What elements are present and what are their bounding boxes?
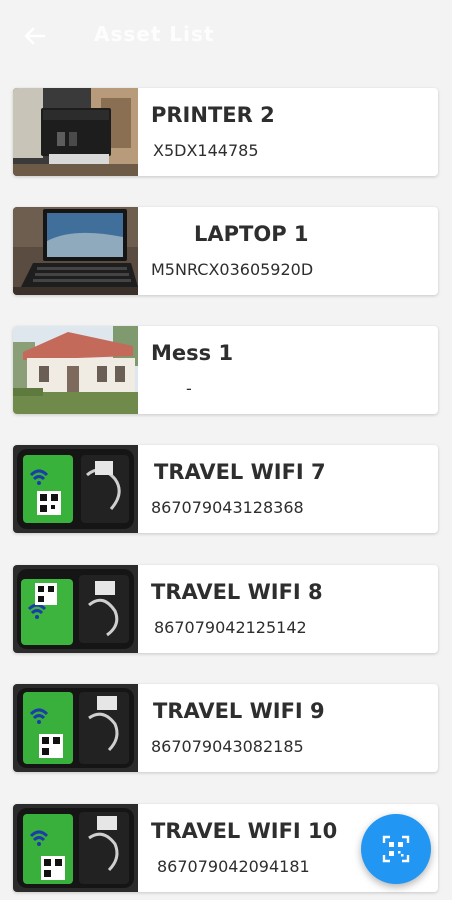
travel-wifi-photo <box>13 804 138 892</box>
travel-wifi-photo <box>13 684 138 772</box>
item-serial: - <box>186 379 192 398</box>
printer-photo <box>13 88 138 176</box>
laptop-photo <box>13 207 138 295</box>
item-serial: 867079043128368 <box>151 498 304 517</box>
app-bar: Asset List <box>0 0 452 68</box>
item-title: PRINTER 2 <box>151 103 275 127</box>
item-serial: 867079042094181 <box>157 857 310 876</box>
page-title: Asset List <box>94 22 215 46</box>
scan-qr-button[interactable] <box>361 814 431 884</box>
item-title: Mess 1 <box>151 341 234 365</box>
item-title: TRAVEL WIFI 7 <box>154 460 326 484</box>
item-title: TRAVEL WIFI 9 <box>153 699 325 723</box>
back-button[interactable] <box>22 26 46 46</box>
list-item[interactable]: TRAVEL WIFI 9 867079043082185 <box>13 684 438 772</box>
item-serial: 867079042125142 <box>154 618 307 637</box>
item-serial: X5DX144785 <box>153 141 259 160</box>
list-item[interactable]: Mess 1 - <box>13 326 438 414</box>
list-item[interactable]: TRAVEL WIFI 7 867079043128368 <box>13 445 438 533</box>
list-item[interactable]: LAPTOP 1 M5NRCX03605920D <box>13 207 438 295</box>
list-item[interactable]: TRAVEL WIFI 8 867079042125142 <box>13 565 438 653</box>
item-title: TRAVEL WIFI 10 <box>151 819 338 843</box>
travel-wifi-photo <box>13 565 138 653</box>
list-item[interactable]: PRINTER 2 X5DX144785 <box>13 88 438 176</box>
item-serial: 867079043082185 <box>151 737 304 756</box>
item-title: LAPTOP 1 <box>194 222 309 246</box>
item-title: TRAVEL WIFI 8 <box>151 580 323 604</box>
travel-wifi-photo <box>13 445 138 533</box>
house-photo <box>13 326 138 414</box>
qr-scan-icon <box>382 835 410 863</box>
arrow-left-icon <box>24 27 46 45</box>
item-serial: M5NRCX03605920D <box>151 260 314 279</box>
